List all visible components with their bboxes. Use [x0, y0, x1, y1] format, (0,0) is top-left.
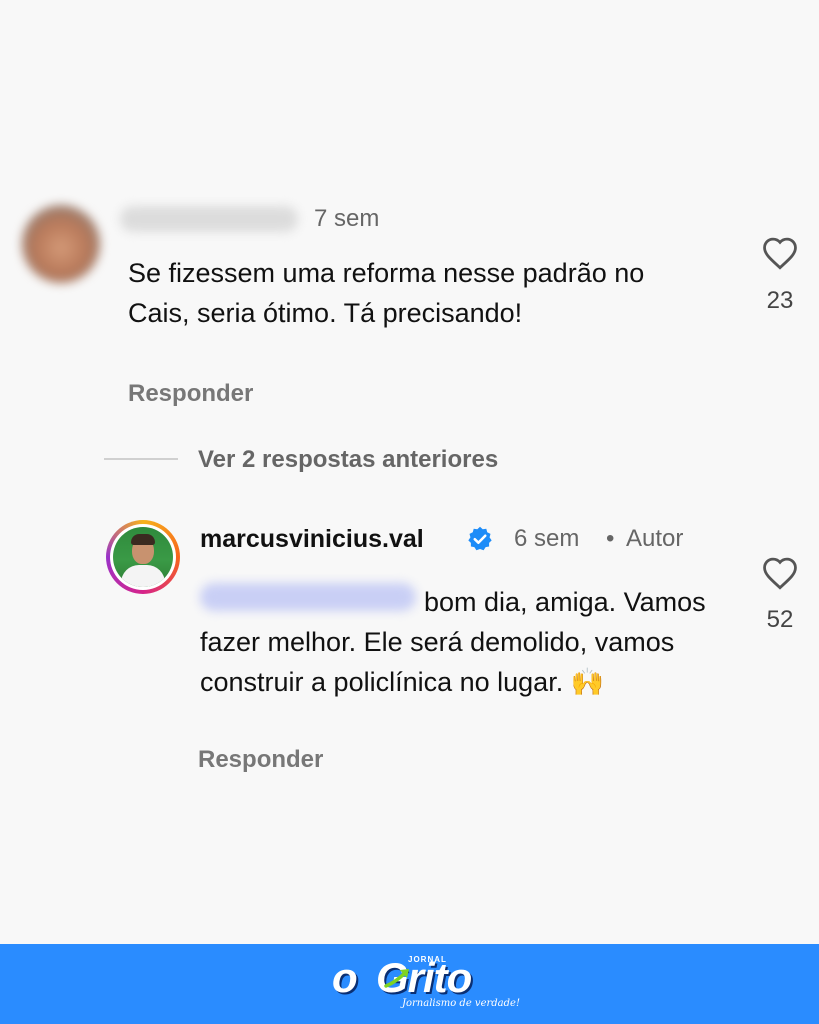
reply-text: bom dia, amiga. Vamos fazer melhor. Ele …: [200, 587, 706, 697]
reply-button[interactable]: Responder: [198, 746, 323, 774]
comment-text: Se fizessem uma reforma nesse padrão no …: [128, 258, 645, 328]
jornal-o-grito-logo: o Grito JORNAL Jornalismo de verdade!: [332, 954, 520, 1009]
commenter-username-blurred[interactable]: [120, 206, 298, 232]
heart-icon[interactable]: [761, 556, 799, 590]
reply-text-container: bom dia, amiga. Vamos fazer melhor. Ele …: [200, 582, 740, 702]
like-count: 23: [766, 287, 794, 314]
author-username[interactable]: marcusvinicius.val: [200, 525, 424, 554]
separator-dot: •: [606, 525, 615, 552]
author-avatar[interactable]: [106, 520, 180, 594]
view-previous-replies-link[interactable]: Ver 2 respostas anteriores: [198, 446, 498, 474]
thread-divider: [104, 458, 178, 460]
reply-timestamp: 6 sem: [514, 525, 580, 552]
verified-badge-icon: [468, 526, 492, 551]
logo-arrow-icon: [384, 969, 409, 988]
comment-timestamp: 7 sem: [314, 205, 380, 232]
heart-icon[interactable]: [761, 236, 799, 270]
reply-button[interactable]: Responder: [128, 380, 253, 408]
commenter-avatar-blurred[interactable]: [22, 205, 100, 283]
like-count: 52: [766, 606, 794, 633]
author-badge: Autor: [626, 525, 684, 552]
